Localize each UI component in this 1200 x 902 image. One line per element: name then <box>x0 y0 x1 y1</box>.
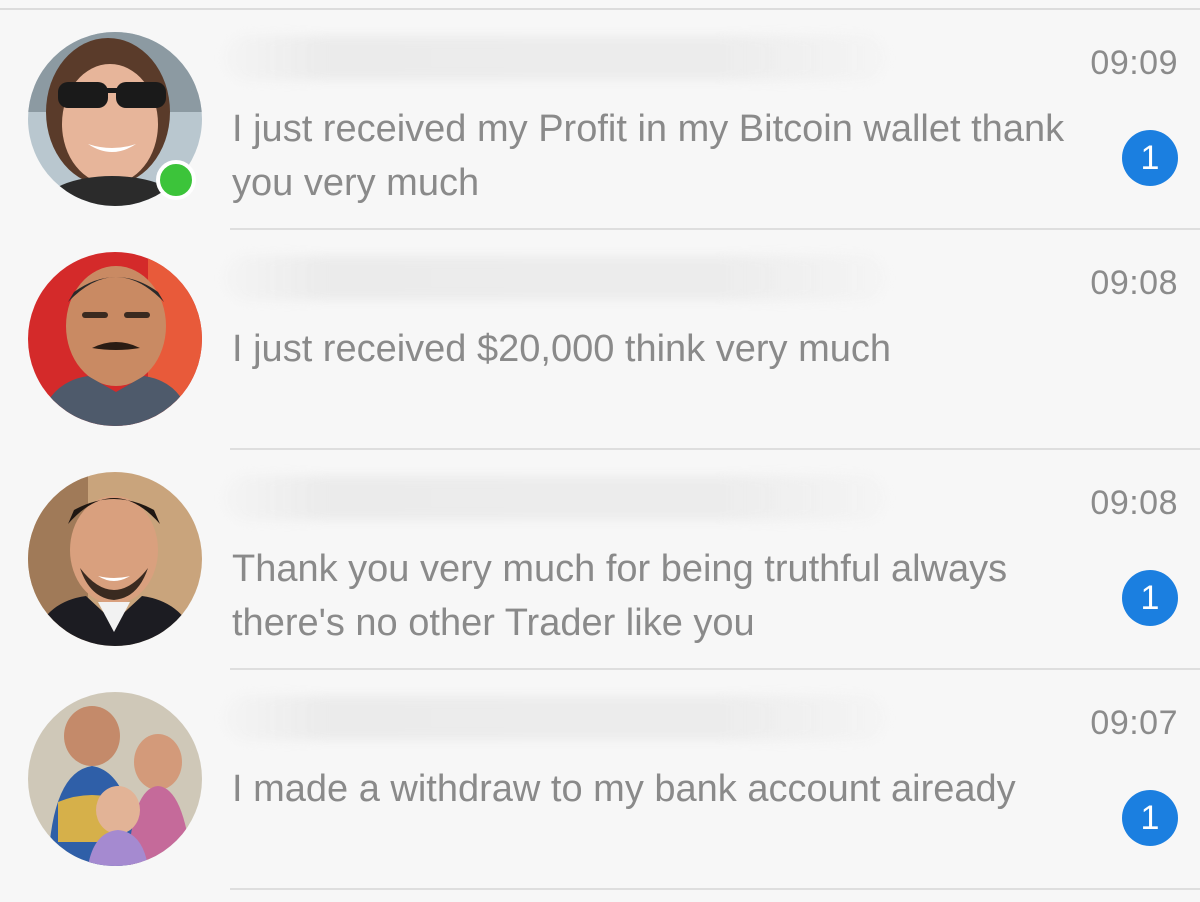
row-divider <box>230 888 1200 890</box>
message-preview: I just received my Profit in my Bitcoin … <box>232 108 1065 204</box>
message-preview: I made a withdraw to my bank account air… <box>232 768 1016 810</box>
avatar-photo-family <box>28 692 202 866</box>
message-time: 09:09 <box>1090 44 1178 82</box>
unread-badge: 1 <box>1122 790 1178 846</box>
chat-row[interactable]: 09:09 I just received my Profit in my Bi… <box>0 10 1200 230</box>
contact-name-redacted <box>225 256 885 300</box>
message-preview: Thank you very much for being truthful a… <box>232 548 1008 644</box>
contact-name-redacted <box>225 36 885 80</box>
online-status-dot <box>156 160 196 200</box>
contact-name-redacted <box>225 696 885 740</box>
unread-badge: 1 <box>1122 130 1178 186</box>
avatar-photo-man-smiling <box>28 472 202 646</box>
avatar[interactable] <box>28 252 202 426</box>
avatar-photo-man-mustache <box>28 252 202 426</box>
chat-row[interactable]: 09:08 I just received $20,000 think very… <box>0 230 1200 450</box>
message-preview: I just received $20,000 think very much <box>232 328 892 370</box>
unread-badge: 1 <box>1122 570 1178 626</box>
avatar[interactable] <box>28 692 202 866</box>
message-time: 09:07 <box>1090 704 1178 742</box>
message-time: 09:08 <box>1090 484 1178 522</box>
message-time: 09:08 <box>1090 264 1178 302</box>
contact-name-redacted <box>225 476 885 520</box>
chat-row[interactable]: 09:08 Thank you very much for being trut… <box>0 450 1200 670</box>
chat-list: 09:09 I just received my Profit in my Bi… <box>0 10 1200 890</box>
avatar[interactable] <box>28 472 202 646</box>
chat-row[interactable]: 09:07 I made a withdraw to my bank accou… <box>0 670 1200 890</box>
